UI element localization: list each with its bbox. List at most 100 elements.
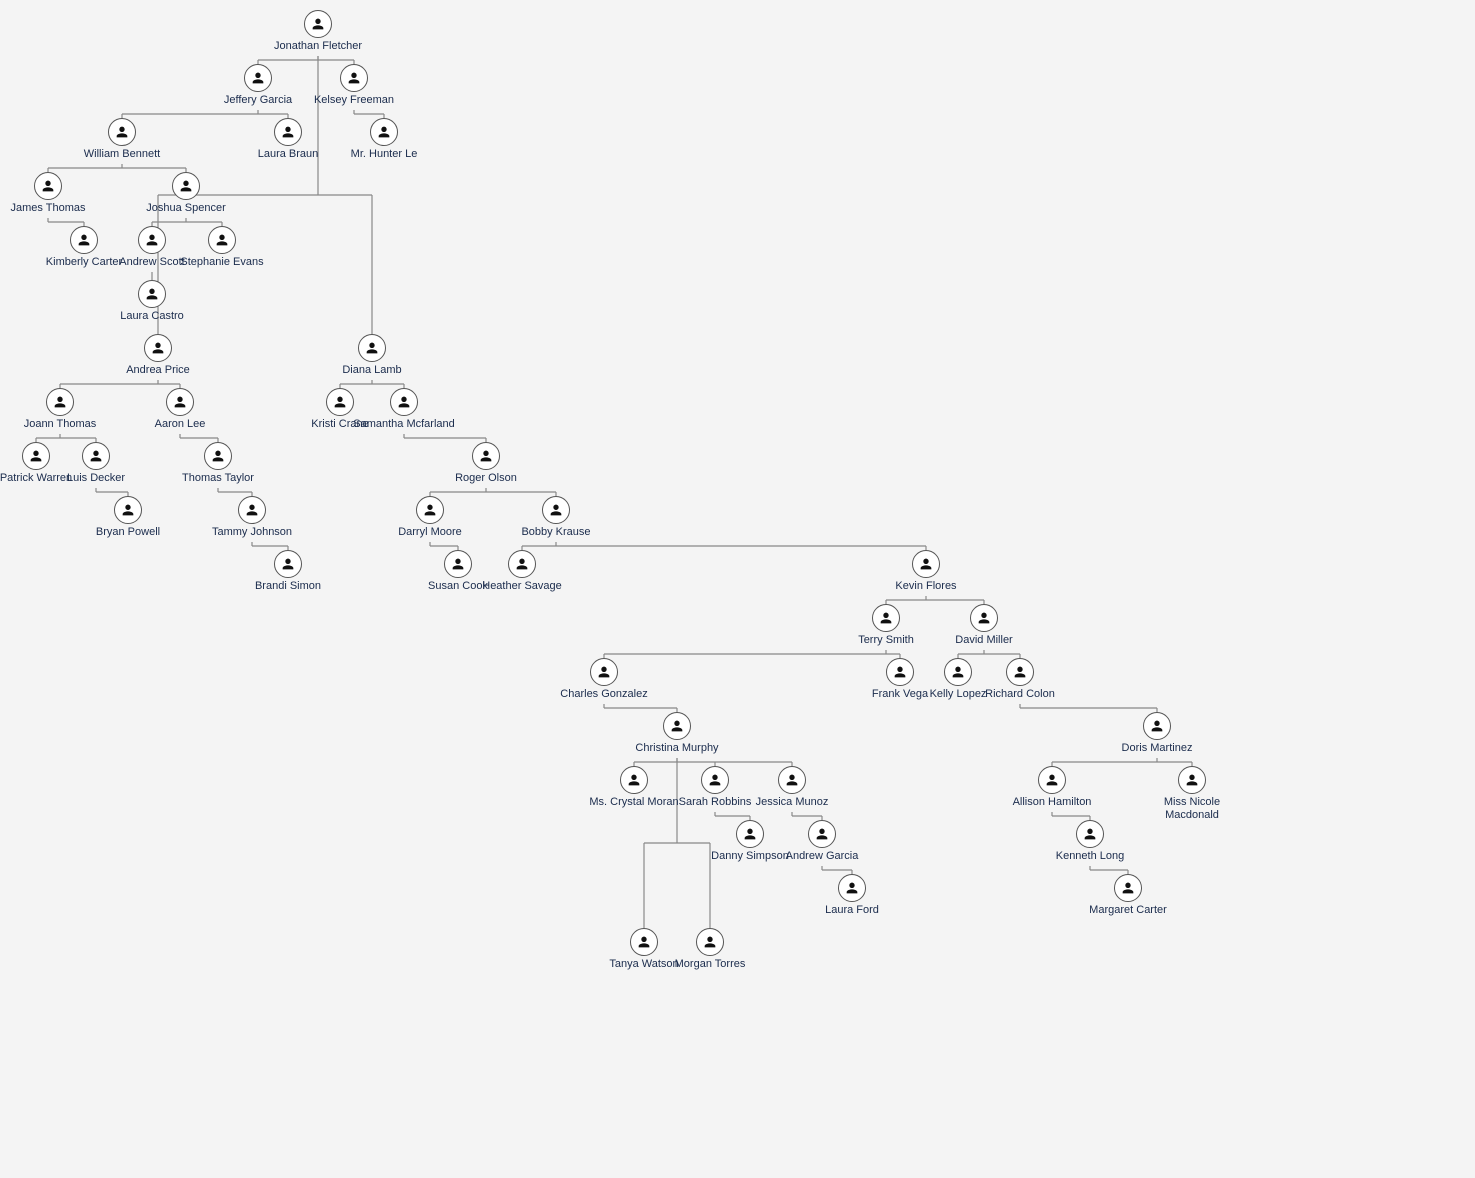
person-icon[interactable] xyxy=(1038,766,1066,794)
person-node: Margaret Carter xyxy=(1073,874,1183,917)
person-name[interactable]: Tammy Johnson xyxy=(197,526,307,539)
person-icon[interactable] xyxy=(34,172,62,200)
person-name[interactable]: Laura Braun xyxy=(233,148,343,161)
person-icon[interactable] xyxy=(70,226,98,254)
person-node: Mr. Hunter Le xyxy=(329,118,439,161)
person-name[interactable]: Laura Ford xyxy=(797,904,907,917)
person-name[interactable]: Kelsey Freeman xyxy=(299,94,409,107)
person-icon[interactable] xyxy=(736,820,764,848)
person-icon[interactable] xyxy=(82,442,110,470)
person-icon[interactable] xyxy=(472,442,500,470)
person-icon[interactable] xyxy=(370,118,398,146)
person-icon[interactable] xyxy=(166,388,194,416)
person-name[interactable]: Charles Gonzalez xyxy=(549,688,659,701)
person-name[interactable]: Jeffery Garcia xyxy=(203,94,313,107)
person-name[interactable]: Heather Savage xyxy=(467,580,577,593)
person-name[interactable]: Darryl Moore xyxy=(375,526,485,539)
person-name[interactable]: Kevin Flores xyxy=(871,580,981,593)
person-icon[interactable] xyxy=(444,550,472,578)
person-icon[interactable] xyxy=(274,550,302,578)
person-name[interactable]: Aaron Lee xyxy=(125,418,235,431)
person-name[interactable]: Roger Olson xyxy=(431,472,541,485)
person-name[interactable]: Brandi Simon xyxy=(233,580,343,593)
person-icon[interactable] xyxy=(838,874,866,902)
person-name[interactable]: Kenneth Long xyxy=(1035,850,1145,863)
person-icon[interactable] xyxy=(872,604,900,632)
person-name[interactable]: Bobby Krause xyxy=(501,526,611,539)
person-name[interactable]: Allison Hamilton xyxy=(997,796,1107,809)
person-name[interactable]: Margaret Carter xyxy=(1073,904,1183,917)
person-icon[interactable] xyxy=(138,226,166,254)
person-icon[interactable] xyxy=(22,442,50,470)
person-name[interactable]: Thomas Taylor xyxy=(163,472,273,485)
person-icon[interactable] xyxy=(208,226,236,254)
person-icon[interactable] xyxy=(1143,712,1171,740)
person-node: Terry Smith xyxy=(831,604,941,647)
person-icon[interactable] xyxy=(663,712,691,740)
person-icon[interactable] xyxy=(358,334,386,362)
person-icon[interactable] xyxy=(944,658,972,686)
person-icon[interactable] xyxy=(912,550,940,578)
person-icon[interactable] xyxy=(204,442,232,470)
person-node: William Bennett xyxy=(67,118,177,161)
person-name[interactable]: Samantha Mcfarland xyxy=(349,418,459,431)
person-name[interactable]: Terry Smith xyxy=(831,634,941,647)
person-icon[interactable] xyxy=(970,604,998,632)
person-name[interactable]: Joann Thomas xyxy=(5,418,115,431)
person-name[interactable]: Jessica Munoz xyxy=(737,796,847,809)
person-icon[interactable] xyxy=(416,496,444,524)
person-icon[interactable] xyxy=(620,766,648,794)
person-name[interactable]: Jonathan Fletcher xyxy=(263,40,373,53)
person-name[interactable]: Bryan Powell xyxy=(73,526,183,539)
person-icon[interactable] xyxy=(326,388,354,416)
person-icon[interactable] xyxy=(1114,874,1142,902)
person-icon[interactable] xyxy=(542,496,570,524)
person-icon[interactable] xyxy=(244,64,272,92)
person-name[interactable]: Diana Lamb xyxy=(317,364,427,377)
person-icon[interactable] xyxy=(340,64,368,92)
person-name[interactable]: Doris Martinez xyxy=(1102,742,1212,755)
person-name[interactable]: Joshua Spencer xyxy=(131,202,241,215)
person-name[interactable]: James Thomas xyxy=(0,202,103,215)
person-icon[interactable] xyxy=(1006,658,1034,686)
person-name[interactable]: Andrew Garcia xyxy=(767,850,877,863)
person-name[interactable]: Laura Castro xyxy=(97,310,207,323)
person-icon[interactable] xyxy=(108,118,136,146)
person-icon[interactable] xyxy=(696,928,724,956)
person-name[interactable]: Richard Colon xyxy=(965,688,1075,701)
person-name[interactable]: David Miller xyxy=(929,634,1039,647)
person-name[interactable]: Stephanie Evans xyxy=(167,256,277,269)
person-name[interactable]: Morgan Torres xyxy=(655,958,765,971)
person-icon[interactable] xyxy=(778,766,806,794)
person-name[interactable]: Christina Murphy xyxy=(622,742,732,755)
person-node: James Thomas xyxy=(0,172,103,215)
person-icon[interactable] xyxy=(144,334,172,362)
person-icon[interactable] xyxy=(1178,766,1206,794)
person-icon[interactable] xyxy=(274,118,302,146)
person-node: Laura Castro xyxy=(97,280,207,323)
person-name[interactable]: Luis Decker xyxy=(41,472,151,485)
person-node: Aaron Lee xyxy=(125,388,235,431)
person-node: Stephanie Evans xyxy=(167,226,277,269)
person-name[interactable]: Miss Nicole Macdonald xyxy=(1137,796,1247,822)
person-icon[interactable] xyxy=(886,658,914,686)
person-icon[interactable] xyxy=(1076,820,1104,848)
person-name[interactable]: Mr. Hunter Le xyxy=(329,148,439,161)
connectors-layer xyxy=(0,0,1475,1178)
person-name[interactable]: William Bennett xyxy=(67,148,177,161)
person-icon[interactable] xyxy=(304,10,332,38)
person-node: Kevin Flores xyxy=(871,550,981,593)
person-icon[interactable] xyxy=(46,388,74,416)
person-icon[interactable] xyxy=(808,820,836,848)
person-name[interactable]: Andrea Price xyxy=(103,364,213,377)
person-icon[interactable] xyxy=(390,388,418,416)
person-icon[interactable] xyxy=(590,658,618,686)
person-icon[interactable] xyxy=(114,496,142,524)
person-icon[interactable] xyxy=(238,496,266,524)
person-icon[interactable] xyxy=(138,280,166,308)
person-icon[interactable] xyxy=(630,928,658,956)
person-icon[interactable] xyxy=(701,766,729,794)
person-node: Laura Ford xyxy=(797,874,907,917)
person-icon[interactable] xyxy=(508,550,536,578)
person-icon[interactable] xyxy=(172,172,200,200)
